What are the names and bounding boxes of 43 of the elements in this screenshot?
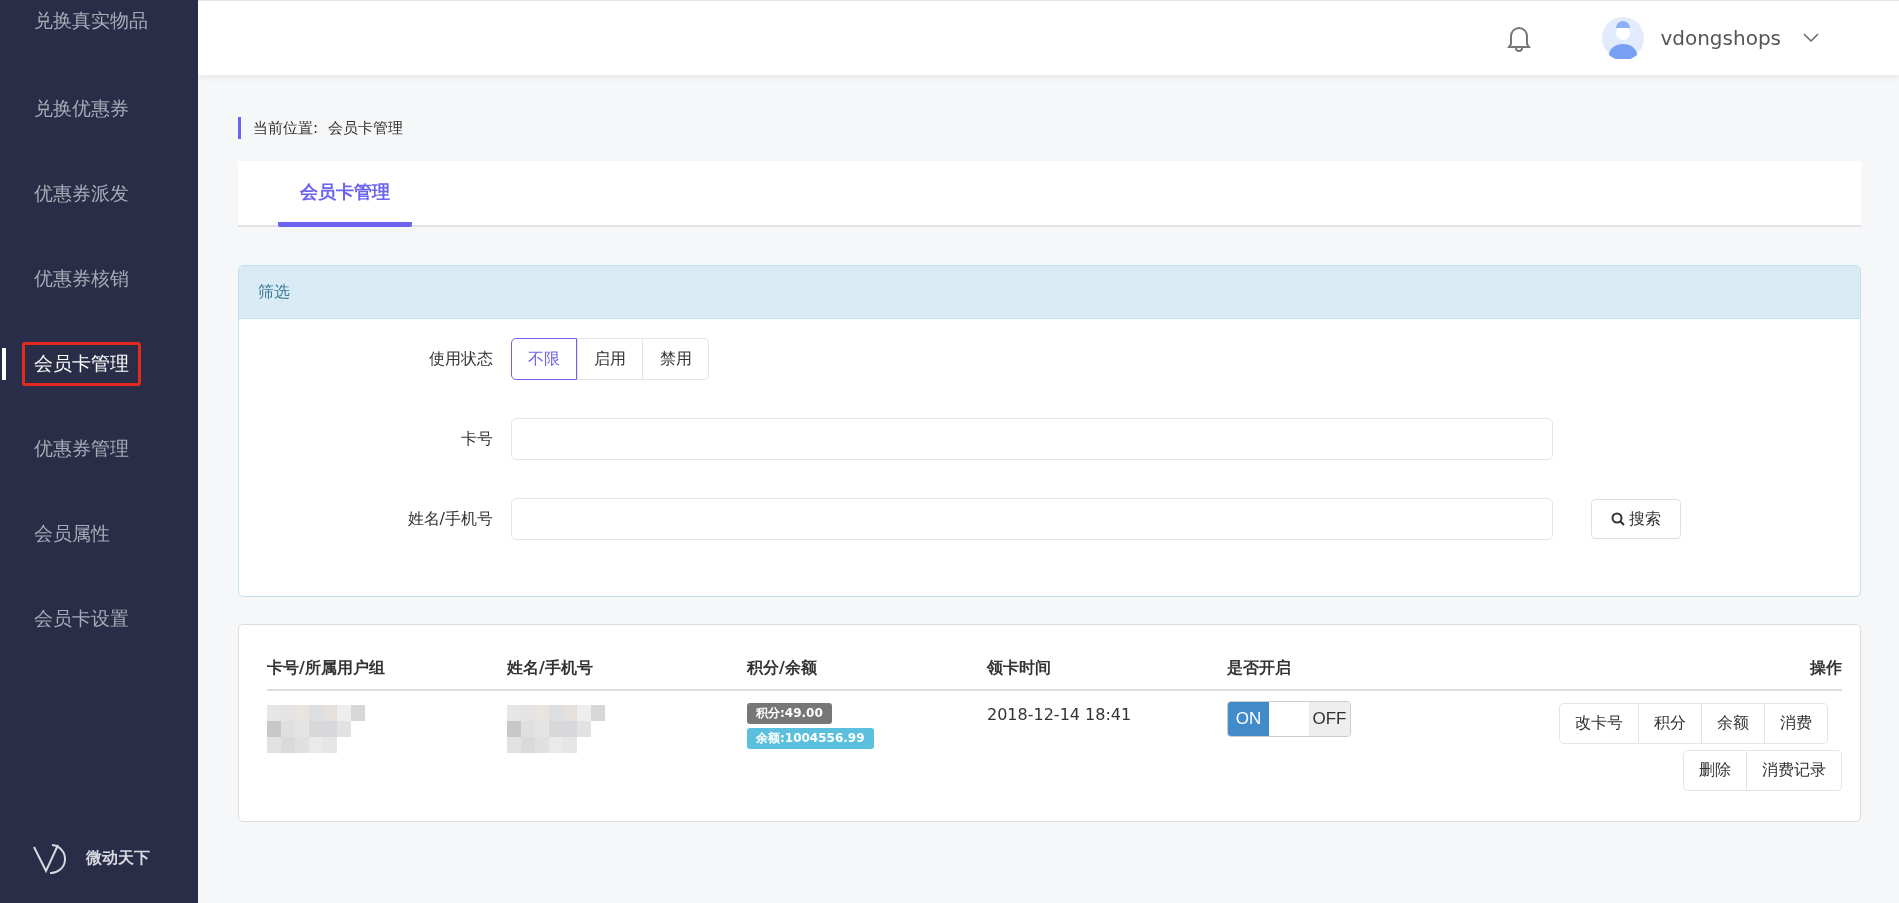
action-button[interactable]: 消费 (1765, 703, 1828, 744)
avatar-icon[interactable] (1602, 17, 1645, 59)
action-button[interactable]: 积分 (1639, 703, 1702, 744)
sidebar-item[interactable]: 兑换真实物品 (22, 5, 160, 43)
column-header: 姓名/手机号 (507, 658, 594, 679)
form-label: 姓名/手机号 (406, 508, 494, 530)
name-phone-field[interactable] (511, 498, 1553, 540)
table-cell-text: 2018-12-14 18:41 (987, 704, 1133, 724)
column-header: 操作 (1808, 658, 1842, 679)
sidebar-item[interactable]: 会员属性 (22, 512, 122, 556)
action-button[interactable]: 余额 (1702, 703, 1765, 744)
column-header: 卡号/所属用户组 (267, 658, 386, 679)
form-label: 卡号 (460, 428, 494, 450)
brand-name: 微动天下 (86, 847, 150, 869)
sidebar-item[interactable]: 兑换优惠券 (22, 87, 141, 131)
column-header: 是否开启 (1227, 658, 1292, 679)
tab[interactable]: 会员卡管理 (278, 161, 412, 227)
action-button[interactable]: 改卡号 (1559, 703, 1639, 744)
sidebar-item[interactable]: 优惠券核销 (22, 257, 141, 301)
search-icon (1611, 512, 1625, 526)
column-header: 领卡时间 (987, 658, 1052, 679)
sidebar-item[interactable]: 优惠券管理 (22, 427, 141, 471)
on-off-switch[interactable]: ON OFF (1227, 701, 1351, 737)
breadcrumb-label: 当前位置: (253, 118, 319, 138)
chevron-down-icon[interactable] (1803, 33, 1819, 43)
filter-title: 筛选 (258, 281, 290, 303)
action-button[interactable]: 删除 (1683, 750, 1747, 791)
sidebar-item[interactable]: 优惠券派发 (22, 172, 141, 216)
status-option[interactable]: 启用 (577, 338, 643, 380)
search-button[interactable]: 搜索 (1591, 499, 1681, 539)
balance-label: 余额:1004556.99 (747, 728, 874, 749)
status-option[interactable]: 禁用 (643, 338, 709, 380)
status-option[interactable]: 不限 (511, 338, 577, 380)
username[interactable]: vdongshops (1660, 26, 1781, 50)
notification-bell-icon[interactable] (1506, 24, 1533, 52)
card-number-field[interactable] (511, 418, 1553, 460)
sidebar-item[interactable]: 会员卡设置 (22, 597, 141, 641)
sidebar-item[interactable]: 会员卡管理 (22, 342, 141, 386)
action-button[interactable]: 消费记录 (1747, 750, 1842, 791)
form-label: 使用状态 (428, 348, 494, 370)
breadcrumb-current: 会员卡管理 (328, 118, 404, 138)
column-header: 积分/余额 (747, 658, 818, 679)
points-label: 积分:49.00 (747, 703, 832, 724)
